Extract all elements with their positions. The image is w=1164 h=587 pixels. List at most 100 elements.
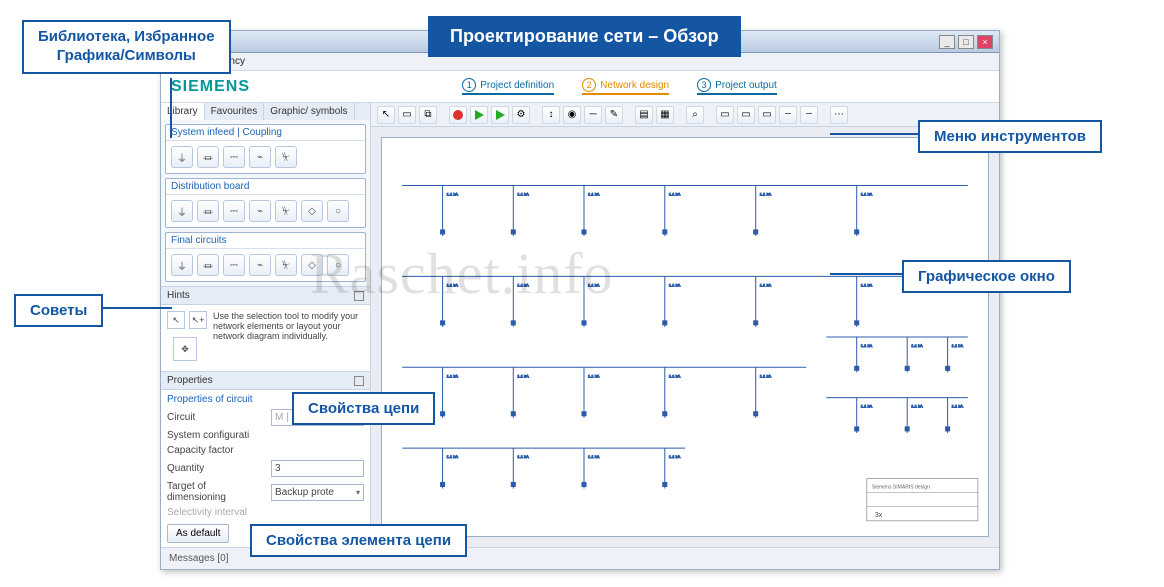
- callout-tools-menu: Меню инструментов: [918, 120, 1102, 153]
- canvas-toolbar: ↖▭⧉⚙↕◉─✎▤▦⌕▭▭▭┄┄⋯: [371, 103, 999, 127]
- line-icon[interactable]: ─: [584, 106, 602, 124]
- toolbar-separator: [677, 106, 683, 124]
- play-icon[interactable]: [470, 106, 488, 124]
- library-symbol-icon[interactable]: ⏚: [171, 146, 193, 168]
- select-icon[interactable]: ▭: [398, 106, 416, 124]
- app-window: o_SD_test.sd* _ □ × Energy efficiency SI…: [160, 30, 1000, 570]
- hints-body: ↖ ↖+ ✥ Use the selection tool to modify …: [161, 305, 370, 371]
- svg-text:1.1 kA: 1.1 kA: [760, 192, 772, 197]
- more-icon[interactable]: ⋯: [830, 106, 848, 124]
- as-default-button[interactable]: As default: [167, 524, 229, 543]
- prop-label-circuit: Circuit: [167, 412, 267, 423]
- dash2-icon[interactable]: ┄: [800, 106, 818, 124]
- library-symbol-icon[interactable]: ⏧: [275, 146, 297, 168]
- prop-field-target[interactable]: Backup prote: [271, 484, 364, 501]
- callout-overview: Проектирование сети – Обзор: [428, 16, 741, 57]
- toolbar-separator: [821, 106, 827, 124]
- svg-text:1.1 kA: 1.1 kA: [760, 283, 772, 288]
- properties-panel-title: Properties: [161, 371, 370, 390]
- library-symbol-icon[interactable]: ⏛: [197, 200, 219, 222]
- callout-graphic-window: Графическое окно: [902, 260, 1071, 293]
- svg-text:1.1 kA: 1.1 kA: [669, 373, 681, 378]
- window-maximize-button[interactable]: □: [958, 35, 974, 49]
- library-group-title: Distribution board: [166, 179, 365, 195]
- step-label: Network design: [600, 80, 669, 91]
- svg-text:1.1 kA: 1.1 kA: [447, 373, 459, 378]
- svg-text:1.1 kA: 1.1 kA: [669, 283, 681, 288]
- measure-icon[interactable]: ▤: [635, 106, 653, 124]
- library-symbol-icon[interactable]: ⎓: [223, 146, 245, 168]
- svg-text:1.1 kA: 1.1 kA: [517, 283, 529, 288]
- library-symbol-icon[interactable]: ⌁: [249, 200, 271, 222]
- status-messages: Messages [0]: [169, 553, 228, 564]
- window-close-button[interactable]: ×: [977, 35, 993, 49]
- toolbar-separator: [533, 106, 539, 124]
- cursor-icon[interactable]: ↖: [377, 106, 395, 124]
- library-symbol-icon[interactable]: ⎓: [223, 254, 245, 276]
- branch-icon[interactable]: ↕: [542, 106, 560, 124]
- prop-label-sysconf: System configurati: [167, 430, 267, 441]
- settings-icon[interactable]: ⚙: [512, 106, 530, 124]
- library-symbol-icon[interactable]: ◇: [301, 200, 323, 222]
- step-label: Project definition: [480, 80, 554, 91]
- prop-field-quantity[interactable]: 3: [271, 460, 364, 477]
- callout-hints: Советы: [14, 294, 103, 327]
- library-tab[interactable]: Library: [161, 103, 205, 120]
- node-icon[interactable]: ◉: [563, 106, 581, 124]
- svg-text:3x: 3x: [875, 512, 883, 519]
- library-symbol-icon[interactable]: ⏚: [171, 254, 193, 276]
- library-symbol-icon[interactable]: ⌁: [249, 254, 271, 276]
- pin-icon[interactable]: [354, 376, 364, 386]
- canvas-scroll[interactable]: 1.1 kA 1.1 kA 1.1 kA 1.1 kA 1.1 kA 1.1 kA 1.1 …: [371, 127, 999, 547]
- svg-text:1.1 kA: 1.1 kA: [861, 404, 873, 409]
- pin-icon[interactable]: [354, 291, 364, 301]
- library-group: Final circuits⏚⏛⎓⌁⏧◇○: [165, 232, 366, 282]
- zoom-icon[interactable]: ⌕: [686, 106, 704, 124]
- left-panel: LibraryFavouritesGraphic/ symbols System…: [161, 103, 371, 547]
- library-symbol-icon[interactable]: ⏛: [197, 254, 219, 276]
- stop-icon[interactable]: [449, 106, 467, 124]
- properties-title-text: Properties: [167, 375, 213, 386]
- callout-line: [830, 273, 904, 275]
- library-symbol-icon[interactable]: ○: [327, 254, 349, 276]
- svg-text:1.1 kA: 1.1 kA: [447, 454, 459, 459]
- hints-panel-title: Hints: [161, 286, 370, 305]
- edit-icon[interactable]: ✎: [605, 106, 623, 124]
- library-tab[interactable]: Graphic/ symbols: [264, 103, 354, 120]
- copy-icon[interactable]: ⧉: [419, 106, 437, 124]
- prop-label-capacity: Capacity factor: [167, 445, 267, 456]
- dash-icon[interactable]: ┄: [779, 106, 797, 124]
- hints-title-text: Hints: [167, 290, 190, 301]
- library-symbol-icon[interactable]: ⏛: [197, 146, 219, 168]
- library-symbol-icon[interactable]: ◇: [301, 254, 323, 276]
- library-symbol-icon[interactable]: ⎓: [223, 200, 245, 222]
- svg-text:1.1 kA: 1.1 kA: [952, 404, 964, 409]
- svg-text:1.1 kA: 1.1 kA: [517, 454, 529, 459]
- library-symbol-icon[interactable]: ⌁: [249, 146, 271, 168]
- network-diagram: 1.1 kA 1.1 kA 1.1 kA 1.1 kA 1.1 kA 1.1 kA 1.1 …: [382, 138, 988, 536]
- callout-line: [170, 78, 172, 138]
- rect2-icon[interactable]: ▭: [737, 106, 755, 124]
- step-label: Project output: [715, 80, 777, 91]
- window-minimize-button[interactable]: _: [939, 35, 955, 49]
- grid-icon[interactable]: ▦: [656, 106, 674, 124]
- rect3-icon[interactable]: ▭: [758, 106, 776, 124]
- workflow-steps: 1Project definition 2Network design 3Proje…: [462, 78, 777, 95]
- library-symbol-icon[interactable]: ○: [327, 200, 349, 222]
- svg-text:1.1 kA: 1.1 kA: [861, 283, 873, 288]
- rect-icon[interactable]: ▭: [716, 106, 734, 124]
- library-symbol-icon[interactable]: ⏚: [171, 200, 193, 222]
- svg-text:1.1 kA: 1.1 kA: [447, 192, 459, 197]
- toolbar-separator: [626, 106, 632, 124]
- play2-icon[interactable]: [491, 106, 509, 124]
- library-tab[interactable]: Favourites: [205, 103, 265, 120]
- workflow-step-1[interactable]: 1Project definition: [462, 78, 554, 95]
- library-symbol-icon[interactable]: ⏧: [275, 254, 297, 276]
- toolbar-separator: [707, 106, 713, 124]
- library-symbol-icon[interactable]: ⏧: [275, 200, 297, 222]
- svg-text:1.1 kA: 1.1 kA: [861, 343, 873, 348]
- move-icon: ✥: [173, 337, 197, 361]
- workflow-step-3[interactable]: 3Project output: [697, 78, 777, 95]
- workflow-step-2[interactable]: 2Network design: [582, 78, 669, 95]
- drawing-sheet[interactable]: 1.1 kA 1.1 kA 1.1 kA 1.1 kA 1.1 kA 1.1 kA 1.1 …: [381, 137, 989, 537]
